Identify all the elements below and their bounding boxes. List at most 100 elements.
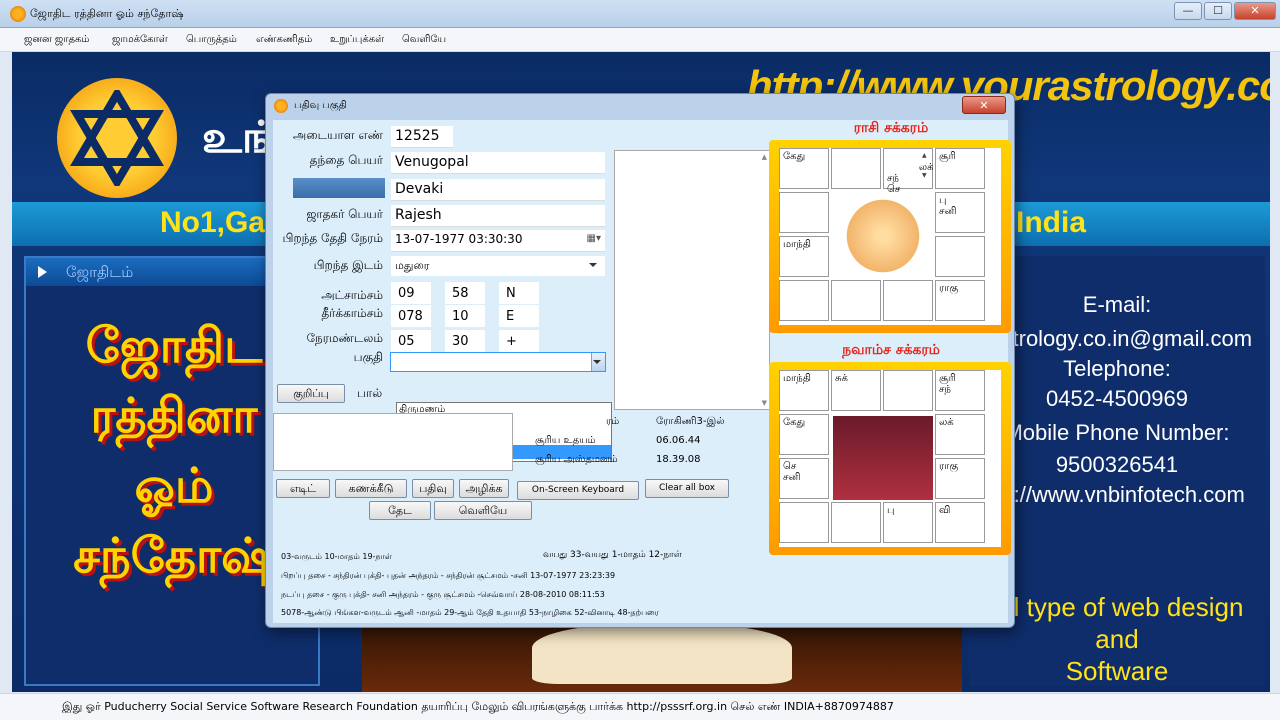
longitude-min[interactable]: 10 (445, 305, 485, 327)
rasi-cell: லக் சந் செ ▲ ▼ (883, 148, 934, 195)
label-dob: பிறந்த தேதி நேரம் (282, 231, 384, 245)
dob-picker[interactable]: 13-07-1977 03:30:30 ▦▾ (391, 230, 605, 252)
timezone-hours[interactable]: 05 (391, 330, 431, 352)
navamsa-chart-title: நவாம்ச சக்கரம் (842, 342, 940, 358)
exit-button[interactable]: வெளியே (434, 501, 532, 520)
dob-value: 13-07-1977 03:30:30 (395, 232, 523, 246)
onscreen-keyboard-button[interactable]: On-Screen Keyboard (517, 481, 639, 500)
menu-bar: ஜனன ஜாதகம் ஜாமக்கோள் பொருத்தம் எண்கணிதம்… (0, 28, 1280, 52)
rasi-cell: மாந்தி (779, 236, 829, 277)
sunrise-label: சூரிய உதயம் (535, 435, 596, 446)
birthplace-select[interactable]: மதுரை (391, 256, 605, 276)
sunrise-value: 06.06.44 (656, 435, 701, 446)
timezone-sign[interactable]: + (499, 330, 539, 352)
navamsa-cell: லக் (935, 414, 985, 455)
deity-image (833, 416, 933, 500)
person-name-field[interactable]: Rajesh (391, 205, 605, 227)
rasi-cell (831, 280, 881, 321)
birth-dasa-text: பிறப்பு தசை - சந்திரன் புக்தி- புதன் அந்… (281, 571, 616, 580)
label-person: ஜாதகர் பெயர் (306, 207, 383, 221)
sunset-value: 18.39.08 (656, 454, 701, 465)
registration-dialog: பதிவு பகுதி ✕ அடையாள எண் தந்தை பெயர் ஜாத… (265, 93, 1015, 628)
arrow-right-icon (38, 266, 47, 278)
menu-item-numerology[interactable]: எண்கணிதம் (256, 34, 312, 46)
scroll-arrows-icon[interactable]: ▲ ▼ (922, 151, 930, 181)
navamsa-cell (779, 502, 829, 543)
note-button[interactable]: குறிப்பு (277, 384, 345, 403)
notes-memo[interactable]: ▲ ▼ (614, 150, 770, 410)
ganesha-image (833, 194, 933, 278)
rasi-chart: கேது லக் சந் செ ▲ ▼ சூரி பு சனி மாந்தி ரா… (769, 140, 1011, 333)
timezone-minutes[interactable]: 30 (445, 330, 485, 352)
menu-item-exit[interactable]: வெளியே (402, 34, 446, 46)
navamsa-cell (883, 370, 933, 411)
rasi-cell (831, 148, 881, 189)
latitude-dir[interactable]: N (499, 282, 539, 304)
latitude-deg[interactable]: 09 (391, 282, 431, 304)
minimize-button[interactable]: — (1174, 2, 1202, 20)
chevron-down-icon (589, 263, 597, 267)
father-name-field[interactable]: Venugopal (391, 152, 605, 174)
maximize-button[interactable]: ☐ (1204, 2, 1232, 20)
menu-item-matching[interactable]: பொருத்தம் (186, 34, 237, 46)
label-longitude: தீர்க்காம்சம் (321, 306, 383, 320)
current-dasa-text: நடப்பு தசை - குரு புக்தி- சனி அந்தரம் - … (281, 590, 605, 599)
mother-label-image (293, 178, 385, 198)
age-text-b: வயது 33-வயது 1-மாதம் 12-நாள் (543, 550, 682, 560)
label-timezone: நேரமண்டலம் (306, 331, 383, 345)
latitude-min[interactable]: 58 (445, 282, 485, 304)
navamsa-cell: செ சனி (779, 458, 829, 499)
menu-item-horoscope[interactable]: ஜனன ஜாதகம் (24, 34, 89, 46)
label-place: பிறந்த இடம் (313, 258, 383, 272)
delete-button[interactable]: அழிக்க (459, 479, 509, 498)
star-label: ரம் (606, 416, 620, 427)
birthplace-value: மதுரை (395, 259, 430, 272)
star-value: ரோகிணி3-இல் (656, 416, 725, 427)
chevron-down-icon (593, 360, 601, 364)
age-text-a: 03-வருடம் 10-மாதம் 19-நாள் (281, 552, 392, 561)
menu-item-members[interactable]: உறுப்புக்கள் (330, 34, 384, 46)
save-button[interactable]: பதிவு (412, 479, 454, 498)
rasi-cell (935, 236, 985, 277)
search-button[interactable]: தேட (369, 501, 431, 520)
navamsa-cell: கேது (779, 414, 829, 455)
rasi-cell (779, 280, 829, 321)
dialog-close-button[interactable]: ✕ (962, 96, 1006, 114)
star-logo-icon (57, 78, 177, 198)
status-bar: இது ஓர் Puducherry Social Service Softwa… (0, 693, 1280, 720)
calendar-icon[interactable]: ▦▾ (587, 233, 601, 244)
label-id: அடையாள எண் (292, 128, 383, 142)
navamsa-cell: பு (883, 502, 933, 543)
dialog-app-icon (274, 99, 288, 113)
navamsa-cell: சுக் (831, 370, 881, 411)
rasi-cell: ராகு (935, 280, 985, 321)
navamsa-cell: வி (935, 502, 985, 543)
clear-all-button[interactable]: Clear all box (645, 479, 729, 498)
edit-button[interactable]: எடிட் (276, 479, 330, 498)
status-text: இது ஓர் Puducherry Social Service Softwa… (62, 700, 894, 713)
longitude-dir[interactable]: E (499, 305, 539, 327)
section-select[interactable] (390, 352, 606, 372)
dialog-titlebar: பதிவு பகுதி ✕ (266, 94, 1014, 118)
rasi-chart-title: ராசி சக்கரம் (853, 120, 929, 136)
label-latitude: அட்சாம்சம் (321, 288, 383, 302)
id-field[interactable]: 12525 (391, 126, 453, 148)
scroll-up-icon[interactable]: ▲ (762, 153, 767, 161)
dialog-title: பதிவு பகுதி (294, 100, 347, 111)
navamsa-cell: சூரி சந் (935, 370, 985, 411)
window-titlebar: ஜோதிட ரத்தினா ஓம் சந்தோஷ் — ☐ ✕ (0, 0, 1280, 28)
calculate-button[interactable]: கணக்கீடு (335, 479, 407, 498)
window-title: ஜோதிட ரத்தினா ஓம் சந்தோஷ் (30, 7, 184, 20)
mother-name-field[interactable]: Devaki (391, 179, 605, 201)
rasi-cell: கேது (779, 148, 829, 189)
longitude-deg[interactable]: 078 (391, 305, 431, 327)
close-button[interactable]: ✕ (1234, 2, 1276, 20)
bg-banner-right: India (1016, 206, 1087, 239)
label-section: பகுதி (353, 350, 383, 364)
notes-textarea[interactable] (273, 413, 513, 471)
menu-item-jamakkol[interactable]: ஜாமக்கோள் (112, 34, 168, 46)
scroll-down-icon[interactable]: ▼ (762, 399, 767, 407)
rasi-cell: பு சனி (935, 192, 985, 233)
tamil-date-text: 5078-ஆண்டு பிங்கள-வருடம் ஆனி -மாதம் 29-ஆ… (281, 608, 659, 617)
rasi-cell: சூரி (935, 148, 985, 189)
